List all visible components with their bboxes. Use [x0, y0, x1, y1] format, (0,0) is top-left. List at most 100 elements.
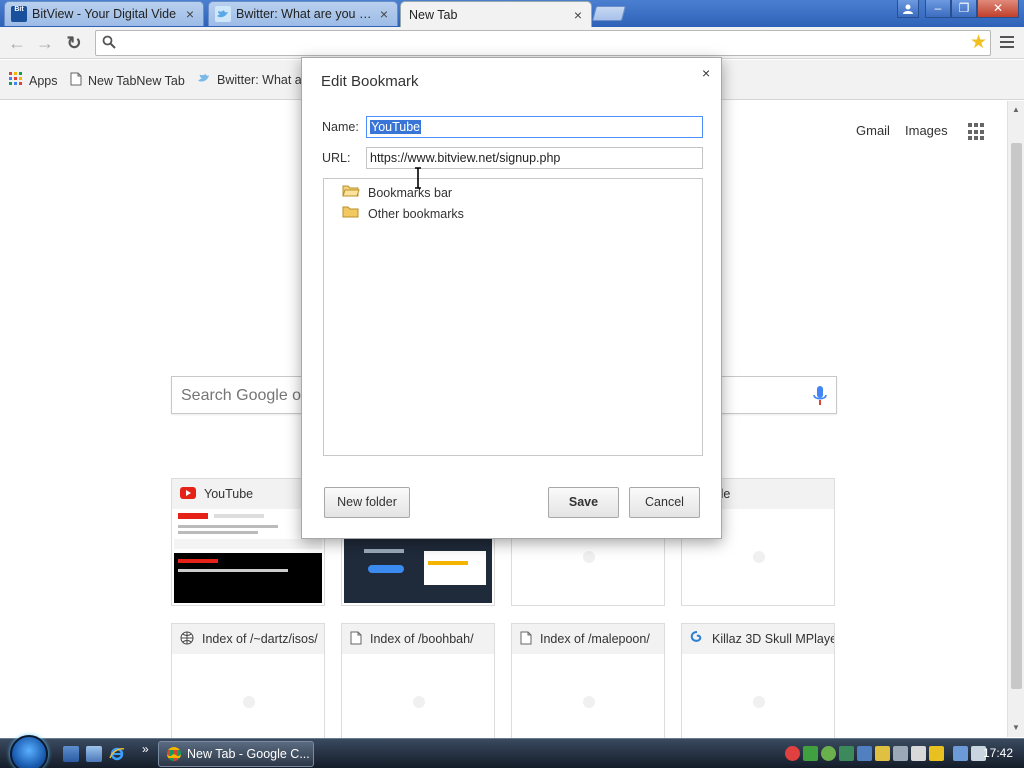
tab-close-icon[interactable]: ×: [377, 6, 391, 22]
page-icon: [70, 72, 82, 89]
bookmark-bwitter[interactable]: Bwitter: What ar: [197, 72, 306, 87]
chrome-menu-icon[interactable]: [1000, 36, 1014, 51]
bookmark-apps[interactable]: Apps: [9, 72, 58, 89]
cancel-button[interactable]: Cancel: [629, 487, 700, 518]
url-value: https://www.bitview.net/signup.php: [370, 151, 561, 165]
tab-label: BitView - Your Digital Vide: [32, 7, 177, 21]
youtube-icon: [180, 486, 196, 502]
taskbar-window-label: New Tab - Google C...: [187, 747, 310, 761]
bookmark-label: Apps: [29, 73, 58, 88]
new-folder-button[interactable]: New folder: [324, 487, 410, 518]
most-visited-tile[interactable]: Index of /malepoon/: [511, 623, 665, 751]
tab-label: New Tab: [409, 7, 458, 22]
page-scrollbar[interactable]: ▲ ▼: [1007, 101, 1024, 737]
forward-button[interactable]: →: [34, 32, 56, 54]
show-desktop-icon[interactable]: [63, 746, 79, 762]
reload-button[interactable]: ↻: [63, 32, 85, 54]
loading-dot: [243, 696, 255, 708]
url-label: URL:: [322, 151, 351, 165]
microphone-icon[interactable]: [812, 385, 828, 410]
loading-dot: [413, 696, 425, 708]
network-icon[interactable]: [953, 746, 968, 761]
internet-explorer-icon[interactable]: [109, 746, 125, 762]
folder-item-bookmarks-bar[interactable]: Bookmarks bar: [342, 184, 452, 201]
save-button[interactable]: Save: [548, 487, 619, 518]
loading-dot: [753, 696, 765, 708]
browser-toolbar: ← → ↻ ★: [0, 27, 1024, 59]
tab-bitview[interactable]: Bit BitView - Your Digital Vide ×: [4, 1, 204, 26]
scroll-down-icon[interactable]: ▼: [1012, 723, 1020, 732]
tab-new-tab[interactable]: New Tab ×: [400, 1, 592, 27]
close-window-button[interactable]: ✕: [977, 0, 1019, 18]
tile-title: Index of /boohbah/: [370, 632, 474, 646]
name-value: YouTube: [370, 120, 422, 134]
tab-close-icon[interactable]: ×: [571, 7, 585, 23]
open-folder-icon: [342, 184, 360, 201]
tile-title: YouTube: [204, 487, 254, 501]
network-check-icon[interactable]: [803, 746, 818, 761]
swirl-icon: [690, 630, 704, 648]
gmail-link[interactable]: Gmail: [856, 123, 890, 138]
bookmark-new-tab[interactable]: New TabNew Tab: [70, 72, 185, 89]
scrollbar-thumb[interactable]: [1011, 143, 1022, 689]
shield-error-icon[interactable]: [785, 746, 800, 761]
loading-dot: [753, 551, 765, 563]
search-icon: [102, 35, 116, 52]
start-button[interactable]: [10, 735, 48, 768]
address-input[interactable]: [122, 34, 962, 52]
bitview-favicon-icon: Bit: [11, 6, 27, 22]
tab-bwitter[interactable]: Bwitter: What are you doi ×: [208, 1, 398, 26]
tray-app-icon[interactable]: [839, 746, 854, 761]
name-field[interactable]: YouTube: [366, 116, 703, 138]
google-apps-icon[interactable]: [968, 123, 986, 141]
loading-dot: [583, 696, 595, 708]
system-tray: [785, 746, 986, 762]
bookmark-star-icon[interactable]: ★: [970, 32, 987, 54]
most-visited-tile[interactable]: Index of /boohbah/: [341, 623, 495, 751]
tile-title: Index of /malepoon/: [540, 632, 650, 646]
most-visited-tile[interactable]: Killaz 3D Skull MPlayer: [681, 623, 835, 751]
url-field[interactable]: https://www.bitview.net/signup.php: [366, 147, 703, 169]
loading-dot: [583, 551, 595, 563]
scroll-up-icon[interactable]: ▲: [1012, 105, 1020, 114]
apps-grid-icon: [9, 72, 23, 89]
quick-launch-overflow[interactable]: »: [142, 742, 149, 756]
users-icon[interactable]: [821, 746, 836, 761]
restore-button[interactable]: ❐: [951, 0, 977, 18]
dialog-title: Edit Bookmark: [321, 73, 419, 90]
address-bar[interactable]: ★: [95, 30, 991, 56]
folder-label: Bookmarks bar: [368, 185, 453, 200]
tray-app-icon[interactable]: [857, 746, 872, 761]
folder-label: Other bookmarks: [368, 206, 464, 221]
taskbar-chrome-window[interactable]: New Tab - Google C...: [158, 741, 314, 767]
images-link[interactable]: Images: [905, 123, 948, 138]
mouse-cursor-icon: [413, 167, 423, 192]
clock[interactable]: 17:42: [983, 746, 1013, 760]
windows-taskbar: » New Tab - Google C... 17:42: [0, 735, 1024, 768]
minimize-button[interactable]: –: [925, 0, 951, 18]
dialog-close-icon[interactable]: ×: [702, 65, 710, 81]
back-button[interactable]: ←: [6, 32, 28, 54]
page-icon: [520, 631, 532, 648]
keyboard-icon[interactable]: [911, 746, 926, 761]
monitor-icon[interactable]: [893, 746, 908, 761]
bwitter-bird-icon: [197, 72, 211, 87]
folder-tree[interactable]: Bookmarks bar Other bookmarks: [323, 178, 703, 456]
name-label: Name:: [322, 120, 359, 134]
lightbulb-icon[interactable]: [875, 746, 890, 761]
battery-icon[interactable]: [929, 746, 944, 761]
most-visited-tile[interactable]: Index of /~dartz/isos/: [171, 623, 325, 751]
folder-item-other-bookmarks[interactable]: Other bookmarks: [342, 205, 464, 222]
new-tab-button[interactable]: [591, 6, 627, 21]
tab-close-icon[interactable]: ×: [183, 6, 197, 22]
switch-windows-icon[interactable]: [86, 746, 102, 762]
tile-title: Index of /~dartz/isos/: [202, 632, 318, 646]
bookmark-label: New TabNew Tab: [88, 73, 185, 88]
chrome-icon: [167, 747, 181, 761]
profile-icon[interactable]: [897, 0, 919, 18]
folder-icon: [342, 205, 360, 222]
bwitter-favicon-icon: [215, 6, 231, 22]
tab-label: Bwitter: What are you doi: [236, 7, 373, 21]
bookmark-label: Bwitter: What ar: [217, 72, 306, 87]
server-globe-icon: [180, 631, 194, 648]
